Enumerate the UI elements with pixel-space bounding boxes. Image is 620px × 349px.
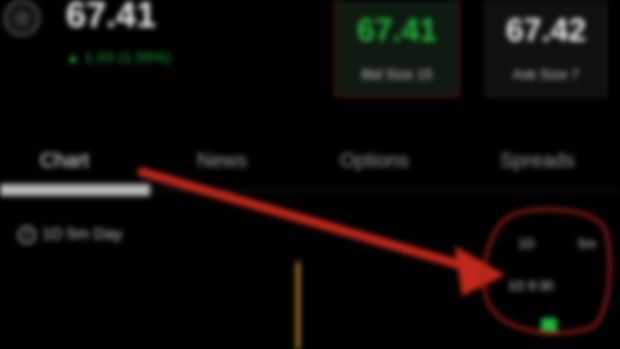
chart-time-label: 1D 9:30 — [508, 278, 554, 293]
last-price: 67.41 — [66, 0, 157, 35]
active-tab-indicator — [0, 184, 150, 196]
green-marker — [541, 318, 557, 334]
bid-size: Bid Size 15 — [361, 66, 433, 82]
interval-left-button[interactable]: 1D — [518, 236, 535, 251]
bid-button[interactable]: 67.41 Bid Size 15 — [334, 0, 460, 97]
clock-icon[interactable] — [18, 226, 36, 244]
annotation-circle — [482, 207, 612, 335]
ask-size: Ask Size 7 — [512, 66, 580, 82]
tab-options[interactable]: Options — [340, 150, 409, 173]
chart-range-selector[interactable]: 1D 5m Day — [42, 226, 122, 244]
annotation-arrowhead — [455, 246, 505, 296]
ask-price: 67.42 — [505, 12, 587, 48]
tab-spreads[interactable]: Spreads — [500, 150, 575, 173]
app-screen: ◎ 67.41 ▲ 1.03 (1.55%) 67.41 Bid Size 15… — [0, 0, 620, 349]
tab-news[interactable]: News — [197, 150, 247, 173]
annotation-arrow — [137, 167, 483, 275]
price-change: ▲ 1.03 (1.55%) — [66, 49, 171, 65]
bid-price: 67.41 — [356, 12, 438, 48]
ask-button[interactable]: 67.42 Ask Size 7 — [485, 0, 607, 97]
tab-chart[interactable]: Chart — [40, 150, 89, 173]
price-candle — [296, 262, 300, 349]
tab-divider — [150, 190, 620, 191]
interval-right-button[interactable]: 5m — [578, 236, 596, 251]
company-logo-icon: ◎ — [4, 0, 40, 36]
